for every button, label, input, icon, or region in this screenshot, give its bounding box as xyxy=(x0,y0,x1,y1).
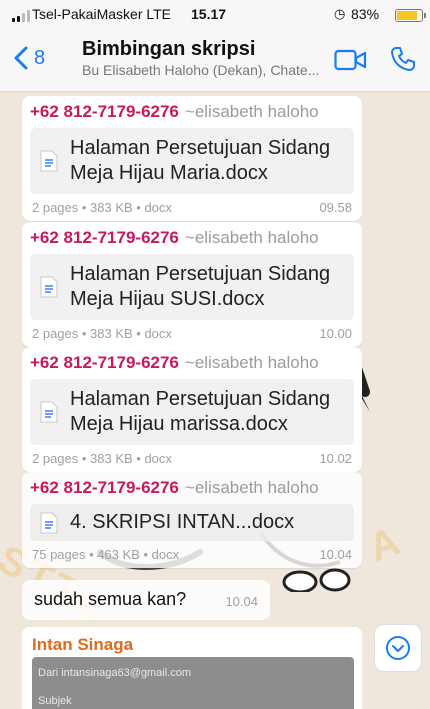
document-attachment[interactable]: 4. SKRIPSI INTAN...docx xyxy=(30,504,354,541)
document-attachment[interactable]: Halaman Persetujuan Sidang Meja Hijau Ma… xyxy=(30,128,354,194)
document-meta: 75 pages • 463 KB • docx xyxy=(32,547,180,562)
message-time: 10.00 xyxy=(319,326,352,341)
message-text: sudah semua kan? xyxy=(34,589,187,609)
document-name: Halaman Persetujuan Sidang Meja Hijau Ma… xyxy=(70,137,331,184)
document-meta: 2 pages • 383 KB • docx xyxy=(32,451,172,466)
sender-alias: ~elisabeth haloho xyxy=(184,478,319,497)
document-message-3[interactable]: +62 812-7179-6276 ~elisabeth haloho Halam… xyxy=(22,347,362,472)
chat-participants[interactable]: Bu Elisabeth Haloho (Dekan), Chate... xyxy=(82,62,319,78)
document-icon xyxy=(40,512,58,533)
chevron-down-circle-icon xyxy=(386,636,410,660)
document-message-1[interactable]: +62 812-7179-6276 ~elisabeth haloho Halam… xyxy=(22,96,362,221)
video-call-icon[interactable] xyxy=(334,48,368,72)
sender-alias: ~elisabeth haloho xyxy=(184,353,319,372)
document-name: Halaman Persetujuan Sidang Meja Hijau SU… xyxy=(70,263,331,310)
email-message[interactable]: Intan Sinaga Dari intansinaga63@gmail.co… xyxy=(22,627,362,709)
message-time: 10.04 xyxy=(225,594,258,609)
signal-strength-icon xyxy=(12,10,30,22)
sender-name[interactable]: Intan Sinaga xyxy=(32,635,352,655)
document-message-2[interactable]: +62 812-7179-6276 ~elisabeth haloho Halam… xyxy=(22,222,362,347)
document-icon xyxy=(40,276,58,298)
message-time: 10.02 xyxy=(319,451,352,466)
document-message-4[interactable]: +62 812-7179-6276 ~elisabeth haloho 4. SK… xyxy=(22,472,362,568)
chat-title[interactable]: Bimbingan skripsi xyxy=(82,38,255,61)
document-meta: 2 pages • 383 KB • docx xyxy=(32,326,172,341)
email-preview[interactable]: Dari intansinaga63@gmail.com Subjek xyxy=(32,657,354,709)
carrier-name: Tsel-PakaiMasker LTE xyxy=(32,6,172,22)
phone-call-icon[interactable] xyxy=(390,46,416,72)
chat-header: 8 Bimbingan skripsi Bu Elisabeth Haloho … xyxy=(0,30,430,92)
document-attachment[interactable]: Halaman Persetujuan Sidang Meja Hijau SU… xyxy=(30,254,354,320)
back-chevron-icon xyxy=(14,46,28,70)
document-name: 4. SKRIPSI INTAN...docx xyxy=(70,511,295,533)
document-meta: 2 pages • 383 KB • docx xyxy=(32,200,172,215)
sender-alias: ~elisabeth haloho xyxy=(184,228,319,247)
battery-percent: 83% xyxy=(351,6,380,22)
sender-alias: ~elisabeth haloho xyxy=(184,102,319,121)
sender-number[interactable]: +62 812-7179-6276 xyxy=(30,228,179,247)
message-time: 10.04 xyxy=(319,547,352,562)
alarm-icon: ◷ xyxy=(334,6,346,21)
scroll-to-bottom-button[interactable] xyxy=(374,624,422,672)
clock: 15.17 xyxy=(191,6,227,22)
sender-number[interactable]: +62 812-7179-6276 xyxy=(30,102,179,121)
document-name: Halaman Persetujuan Sidang Meja Hijau ma… xyxy=(70,388,331,435)
email-from: Dari intansinaga63@gmail.com xyxy=(38,667,192,679)
sender-number[interactable]: +62 812-7179-6276 xyxy=(30,478,179,497)
sender-number[interactable]: +62 812-7179-6276 xyxy=(30,353,179,372)
status-bar: Tsel-PakaiMasker LTE 15.17 ◷ 83% xyxy=(0,0,430,30)
text-message[interactable]: sudah semua kan? 10.04 xyxy=(22,580,270,620)
message-time: 09.58 xyxy=(319,200,352,215)
battery-icon xyxy=(395,9,426,22)
email-subject: Subjek xyxy=(38,695,72,707)
document-attachment[interactable]: Halaman Persetujuan Sidang Meja Hijau ma… xyxy=(30,379,354,445)
back-button[interactable]: 8 xyxy=(14,46,45,70)
battery-fill xyxy=(397,11,417,20)
document-icon xyxy=(40,150,58,172)
document-icon xyxy=(40,401,58,423)
unread-count: 8 xyxy=(34,46,46,69)
